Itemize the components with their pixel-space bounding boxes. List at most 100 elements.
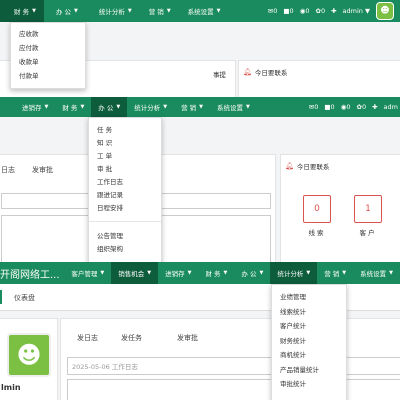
today-contact-panel-2: 🔔︎今日要联系 0 线 索 1 客 户 🔔︎公告: [280, 154, 400, 267]
menu-item-approval-stats[interactable]: 审批统计: [272, 376, 346, 391]
menu-item-followup[interactable]: 跟进记录: [89, 187, 161, 200]
nav-finance[interactable]: 财 务 ▼: [198, 262, 234, 284]
nav-label: 办 公: [55, 8, 72, 16]
menu-item-lead-stats[interactable]: 线索统计: [272, 304, 346, 319]
user-menu[interactable]: admin ▼: [343, 7, 370, 15]
menu-item-org-structure[interactable]: 组织架构: [89, 241, 161, 254]
caret-down-icon: ▼: [365, 7, 370, 15]
lead-count-box[interactable]: 0: [303, 195, 331, 223]
nav-label: 办 公: [98, 104, 114, 112]
wechat-icon: ☻: [380, 6, 390, 16]
nav-finance[interactable]: 财 务 ▼: [55, 97, 91, 117]
caret-down-icon: ▼: [199, 104, 204, 110]
username: admin: [342, 7, 363, 15]
nav-office[interactable]: 办 公 ▼: [91, 97, 128, 117]
bell-icon: 🔔︎: [243, 68, 252, 76]
nav-label: 系统设置: [217, 104, 244, 112]
nav-label: 系统设置: [360, 270, 387, 278]
nav-opportunities[interactable]: 销售机会 ▼: [111, 262, 159, 284]
nav-finance[interactable]: 财 务 ▼: [0, 0, 44, 22]
add-icon[interactable]: ✚: [372, 103, 377, 111]
caret-down-icon: ▼: [163, 104, 168, 110]
caret-down-icon: ▼: [44, 104, 49, 110]
nav-statistics[interactable]: 统计分析 ▼: [127, 97, 174, 117]
menu-item-schedule[interactable]: 日程安排: [89, 200, 161, 213]
badge-indicator[interactable]: ■0: [283, 7, 293, 15]
menu-item-ticket[interactable]: 工 单: [89, 148, 161, 161]
notice-indicator[interactable]: ◉0: [341, 103, 351, 111]
bell-icon: 🔔︎: [285, 162, 294, 170]
nav-label: 销售机会: [118, 270, 145, 278]
menu-item-finance-stats[interactable]: 财务统计: [272, 333, 346, 348]
menu-item-payable[interactable]: 应付款: [11, 40, 85, 54]
mail-indicator[interactable]: ✉0: [268, 7, 278, 15]
avatar[interactable]: ☻: [7, 333, 51, 377]
nav-marketing[interactable]: 营 销 ▼: [139, 0, 178, 22]
notice-indicator[interactable]: ◉0: [300, 7, 310, 15]
panel-title-text: 事提: [213, 71, 226, 79]
nav-marketing[interactable]: 营 销 ▼: [174, 97, 210, 117]
tab-new-approval[interactable]: 发审批: [177, 333, 198, 343]
menu-item-task[interactable]: 任 务: [89, 122, 161, 135]
menu-item-receivable[interactable]: 应收款: [11, 26, 85, 40]
username: adm: [383, 103, 398, 111]
caret-down-icon: ▼: [306, 270, 311, 276]
brand-name: 开阁网络工...: [0, 269, 60, 281]
menu-item-opportunity-stats[interactable]: 商机统计: [272, 347, 346, 362]
avatar[interactable]: ☻: [376, 2, 394, 20]
nav-inventory[interactable]: 进销存 ▼: [0, 97, 55, 117]
caret-down-icon: ▼: [223, 270, 228, 276]
nav-settings[interactable]: 系统设置 ▼: [210, 97, 257, 117]
caret-down-icon: ▼: [116, 104, 121, 110]
alert-indicator[interactable]: ✿0: [357, 103, 367, 111]
menu-item-payment[interactable]: 付款单: [11, 68, 85, 82]
screenshot-layer-2: 进销存 ▼ 财 务 ▼ 办 公 ▼ 统计分析 ▼ 营 销 ▼ 系统设置 ▼ ✉0 ■0 ◉0…: [0, 97, 400, 267]
nav-label: 营 销: [148, 8, 164, 16]
tab-log[interactable]: 日志: [1, 165, 15, 175]
top-nav-3: 开阁网络工... 客户管理 ▼ 销售机会 ▼ 进销存 ▼ 财 务 ▼ 办 公 ▼ 统计分析…: [0, 262, 400, 284]
caret-down-icon: ▼: [100, 270, 105, 276]
nav-status-area: ✉0 ■0 ◉0 ✿0 ✚ admin ▼ ☻: [268, 0, 400, 22]
menu-item-worklog[interactable]: 工作日志: [89, 174, 161, 187]
finance-dropdown: 应收款 应付款 收款单 付款单: [10, 22, 86, 89]
menu-item-performance[interactable]: 业绩管理: [272, 289, 346, 304]
panel-title: 事提: [213, 69, 226, 79]
tab-dashboard[interactable]: 仪表盘: [14, 293, 35, 303]
nav-inventory[interactable]: 进销存 ▼: [158, 262, 198, 284]
menu-item-knowledge[interactable]: 知 识: [89, 135, 161, 148]
nav-office[interactable]: 办 公 ▼: [44, 0, 85, 22]
menu-item-product-sales-stats[interactable]: 产品销量统计: [272, 362, 346, 377]
user-menu[interactable]: adm: [384, 103, 398, 111]
nav-marketing[interactable]: 营 销 ▼: [317, 262, 353, 284]
nav-customers[interactable]: 客户管理 ▼: [64, 262, 111, 284]
badge-count: 0: [330, 103, 335, 111]
alert-indicator[interactable]: ✿0: [316, 7, 326, 15]
nav-label: 财 务: [205, 270, 221, 278]
caret-down-icon: ▼: [246, 104, 250, 110]
badge-indicator[interactable]: ■0: [324, 103, 334, 111]
menu-item-customer-stats[interactable]: 客户统计: [272, 318, 346, 333]
nav-statistics[interactable]: 统计分析 ▼: [85, 0, 139, 22]
log-title-placeholder: 2025-05-06 工作日志: [72, 363, 138, 371]
menu-item-approval[interactable]: 审 批: [89, 161, 161, 174]
nav-office[interactable]: 办 公 ▼: [234, 262, 270, 284]
tab-new-task[interactable]: 发任务: [121, 333, 142, 343]
panel-title: 🔔︎ 今日要联系: [243, 67, 287, 77]
nav-status-area: ✉0 ■0 ◉0 ✿0 ✚ adm: [309, 97, 400, 117]
log-content-textarea[interactable]: [67, 379, 400, 400]
customer-count-box[interactable]: 1: [354, 195, 382, 223]
log-title-input[interactable]: 2025-05-06 工作日志: [67, 357, 400, 375]
menu-item-announcements[interactable]: 公告管理: [89, 228, 161, 241]
caret-down-icon: ▼: [389, 270, 393, 276]
nav-settings[interactable]: 系统设置 ▼: [353, 262, 400, 284]
nav-label: 财 务: [14, 8, 30, 16]
mail-indicator[interactable]: ✉0: [309, 103, 319, 111]
add-icon[interactable]: ✚: [331, 7, 336, 15]
nav-label: 营 销: [181, 104, 197, 112]
tab-approval[interactable]: 发审批: [32, 165, 53, 175]
nav-settings[interactable]: 系统设置 ▼: [178, 0, 228, 22]
office-dropdown: 任 务 知 识 工 单 审 批 工作日志 跟进记录 日程安排 公告管理 组织架构: [88, 117, 162, 267]
menu-item-receipt[interactable]: 收款单: [11, 54, 85, 68]
nav-statistics[interactable]: 统计分析 ▼: [270, 262, 318, 284]
tab-new-log[interactable]: 发日志: [77, 333, 98, 343]
